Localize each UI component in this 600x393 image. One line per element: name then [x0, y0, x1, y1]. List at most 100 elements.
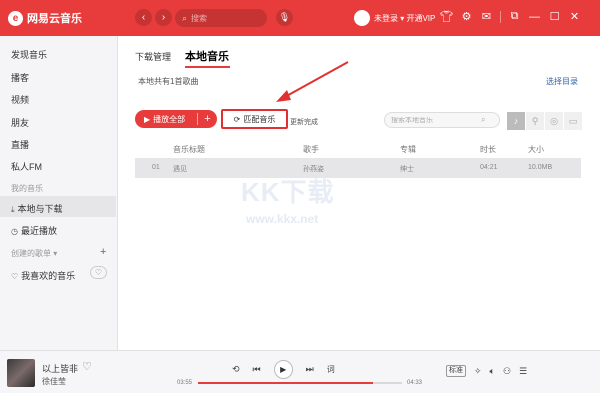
add-playlist-plus-icon[interactable]: + [100, 246, 106, 258]
song-artist[interactable]: 徐佳莹 [42, 376, 66, 387]
local-song-count: 本地共有1首歌曲 [138, 77, 199, 86]
row-album[interactable]: 绅士 [400, 164, 414, 174]
sidebar-item-label: 最近播放 [20, 226, 57, 236]
sidebar-item-local-download[interactable]: ⤓ 本地与下载 [11, 202, 63, 215]
search-icon: ⌕ [481, 115, 486, 124]
refresh-icon: ⟳ [233, 114, 241, 124]
watermark-logo: KK下载 [241, 177, 335, 207]
update-status-text: 更新完成 [290, 119, 318, 126]
artist-view-icon[interactable]: ⚲ [526, 112, 544, 130]
avatar[interactable] [354, 10, 370, 26]
row-duration: 04:21 [480, 164, 498, 171]
settings-gear-icon[interactable]: ⚙ [460, 10, 473, 23]
row-index: 01 [152, 164, 160, 171]
microphone-icon[interactable]: 🎙︎ [276, 9, 293, 26]
app-name: 网易云音乐 [27, 13, 82, 25]
back-arrow-icon[interactable]: ‹ [135, 9, 152, 26]
maximize-icon[interactable]: ☐ [548, 10, 561, 23]
play-icon: ▶ [144, 114, 151, 124]
sidebar-item-fm[interactable]: 私人FM [11, 160, 42, 173]
playback-controls: ⟲ ⏮ ▶ ⏭ 词 [232, 360, 335, 379]
heart-mode-button[interactable]: ♡ [90, 266, 107, 279]
play-all-button[interactable]: ▶ 播放全部 + [135, 110, 217, 128]
sidebar-item-liked-music[interactable]: ♡ 我喜欢的音乐 [11, 269, 75, 282]
current-time: 03:55 [177, 380, 193, 386]
heart-icon: ♡ [11, 272, 19, 281]
main-content: 下载管理 本地音乐 本地共有1首歌曲 选择目录 ▶ 播放全部 + ⟳ 匹配音乐 … [118, 36, 600, 350]
search-icon: ⌕ [182, 12, 188, 23]
sidebar-item-label: 我喜欢的音乐 [21, 271, 76, 281]
sound-effect-icon[interactable]: ✧ [474, 366, 482, 377]
select-directory-link[interactable]: 选择目录 [546, 76, 578, 87]
row-size: 10.0MB [528, 164, 553, 171]
sidebar-item-label: 本地与下载 [17, 204, 63, 214]
playlist-icon[interactable]: ☰ [519, 366, 527, 377]
message-mail-icon[interactable]: ✉ [480, 10, 493, 23]
view-mode-switch: ♪ ⚲ ◎ ▭ [507, 112, 582, 130]
local-search[interactable]: ⌕ [384, 112, 500, 128]
title-bar: e 网易云音乐 ‹ › ⌕ 🎙︎ 未登录 ▾ 开通VIP 👕︎ ⚙ ✉ ⧉ — … [0, 0, 600, 36]
user-area[interactable]: 未登录 ▾ 开通VIP [354, 10, 435, 26]
sidebar-item-podcast[interactable]: 播客 [11, 71, 29, 84]
play-pause-button[interactable]: ▶ [273, 360, 293, 379]
watermark-url: www.kkx.net [246, 212, 319, 226]
quality-button[interactable]: 标准 [446, 365, 466, 377]
column-header-size[interactable]: 大小 [528, 144, 544, 155]
row-title[interactable]: 遇见 [173, 164, 187, 174]
song-title[interactable]: 以上皆非 [42, 362, 78, 375]
play-all-label: 播放全部 [153, 114, 186, 124]
player-bar: 以上皆非 ♡ 徐佳莹 ⟲ ⏮ ▶ ⏭ 词 03:55 04:33 标准 ✧ 🔈︎… [0, 350, 600, 393]
minimize-icon[interactable]: — [528, 10, 541, 23]
clock-icon: ◷ [11, 227, 18, 236]
sidebar-item-friends[interactable]: 朋友 [11, 116, 29, 129]
sidebar-item-recent[interactable]: ◷ 最近播放 [11, 224, 57, 237]
sidebar-section-my-music: 我的音乐 [11, 184, 43, 193]
lyrics-button[interactable]: 词 [327, 364, 335, 375]
sidebar-item-video[interactable]: 视频 [11, 93, 29, 106]
mini-mode-icon[interactable]: ⧉ [508, 10, 521, 23]
global-search[interactable]: ⌕ [175, 9, 267, 27]
repeat-icon[interactable]: ⟲ [232, 364, 240, 375]
table-row[interactable]: 01 遇见 孙燕姿 绅士 04:21 10.0MB [135, 158, 581, 178]
login-vip-text[interactable]: 未登录 ▾ 开通VIP [374, 13, 435, 24]
sidebar-item-live[interactable]: 直播 [11, 138, 29, 151]
progress-bar[interactable] [198, 382, 402, 384]
volume-icon[interactable]: 🔈︎ [490, 366, 495, 377]
add-to-queue-plus-icon[interactable]: + [198, 113, 217, 125]
local-search-input[interactable] [391, 116, 481, 124]
sidebar-section-created-playlists[interactable]: 创建的歌单 ▾ [11, 248, 57, 259]
player-extra-controls: 标准 ✧ 🔈︎ ⚇ ☰ [446, 365, 527, 377]
netease-logo-icon: e [8, 10, 23, 26]
tab-download-manager[interactable]: 下载管理 [135, 50, 171, 63]
sidebar-item-discover[interactable]: 发现音乐 [11, 48, 47, 61]
forward-arrow-icon[interactable]: › [155, 9, 172, 26]
album-view-icon[interactable]: ◎ [545, 112, 563, 130]
song-list-view-icon[interactable]: ♪ [507, 112, 525, 130]
column-header-title[interactable]: 音乐标题 [173, 144, 205, 155]
active-tab-underline [185, 66, 230, 68]
next-track-icon[interactable]: ⏭ [306, 364, 314, 375]
window-toolbar: 👕︎ ⚙ ✉ ⧉ — ☐ ✕ [440, 10, 581, 23]
table-header: 音乐标题 歌手 专辑 时长 大小 [135, 144, 581, 158]
global-search-input[interactable] [191, 13, 252, 23]
match-music-label: 匹配音乐 [243, 114, 276, 124]
column-header-album[interactable]: 专辑 [400, 144, 416, 155]
sidebar: 发现音乐 播客 视频 朋友 直播 私人FM 我的音乐 ⤓ 本地与下载 ◷ 最近播放 … [0, 36, 118, 350]
history-navigation: ‹ › [135, 9, 172, 26]
album-cover[interactable] [7, 359, 35, 387]
folder-view-icon[interactable]: ▭ [564, 112, 582, 130]
like-heart-icon[interactable]: ♡ [82, 360, 92, 373]
previous-track-icon[interactable]: ⏮ [253, 364, 261, 375]
app-logo[interactable]: e 网易云音乐 [8, 10, 82, 26]
total-time: 04:33 [407, 380, 423, 386]
skin-shirt-icon[interactable]: 👕︎ [440, 10, 454, 23]
listen-together-icon[interactable]: ⚇ [503, 366, 511, 377]
close-icon[interactable]: ✕ [568, 10, 581, 23]
progress-fill [198, 382, 374, 384]
match-music-button[interactable]: ⟳ 匹配音乐 [221, 109, 288, 129]
play-all-main[interactable]: ▶ 播放全部 [135, 114, 197, 125]
tab-local-music[interactable]: 本地音乐 [185, 48, 229, 64]
column-header-artist[interactable]: 歌手 [303, 144, 319, 155]
column-header-duration[interactable]: 时长 [480, 144, 496, 155]
toolbar-divider [500, 10, 501, 23]
